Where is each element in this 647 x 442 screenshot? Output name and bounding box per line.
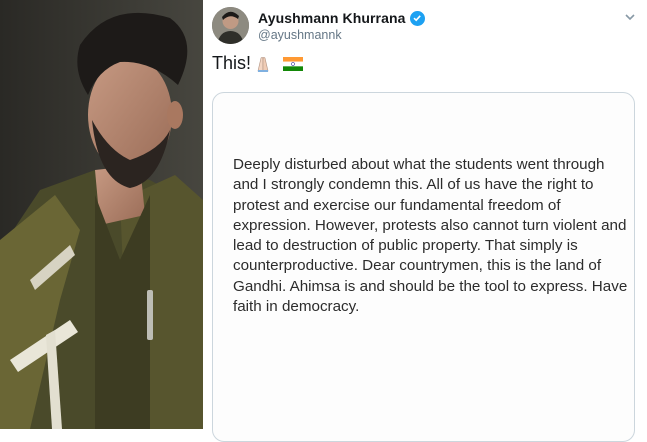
tweet-text-content: This! — [212, 53, 252, 73]
statement-text: Deeply disturbed about what the students… — [233, 156, 628, 316]
display-name[interactable]: Ayushmann Khurrana — [258, 10, 406, 26]
chevron-down-icon[interactable] — [623, 10, 637, 24]
india-flag-emoji — [283, 56, 304, 71]
folded-hands-emoji — [257, 56, 269, 72]
tweet-text: This! — [212, 53, 304, 74]
tweet: Ayushmann Khurrana @ayushmannk This! Dee… — [203, 0, 647, 442]
profile-photo — [0, 0, 203, 429]
avatar[interactable] — [212, 7, 249, 44]
author-row: Ayushmann Khurrana — [258, 10, 425, 26]
handle[interactable]: @ayushmannk — [258, 28, 342, 42]
media-card[interactable]: Deeply disturbed about what the students… — [212, 92, 635, 442]
verified-badge-icon — [409, 10, 425, 26]
